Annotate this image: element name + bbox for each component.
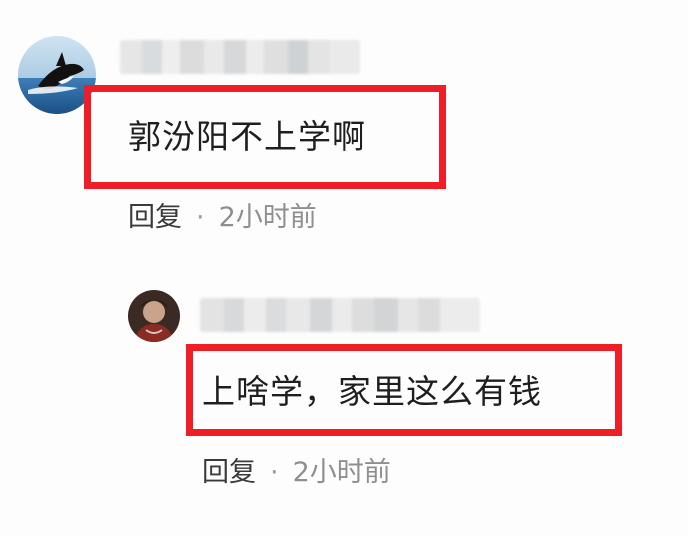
comment-meta: 回复 · 2小时前 bbox=[202, 450, 391, 489]
reply-button[interactable]: 回复 bbox=[128, 202, 182, 233]
highlight-box bbox=[186, 344, 622, 436]
username-blurred[interactable] bbox=[120, 40, 360, 74]
separator-dot: · bbox=[270, 457, 279, 488]
highlight-box bbox=[84, 85, 446, 189]
comment-time: 2小时前 bbox=[292, 457, 391, 488]
username-blurred[interactable] bbox=[200, 298, 480, 332]
comment-meta: 回复 · 2小时前 bbox=[128, 195, 317, 234]
reply-button[interactable]: 回复 bbox=[202, 457, 256, 488]
separator-dot: · bbox=[196, 202, 205, 233]
comment-time: 2小时前 bbox=[218, 202, 317, 233]
avatar-user[interactable] bbox=[128, 290, 180, 342]
